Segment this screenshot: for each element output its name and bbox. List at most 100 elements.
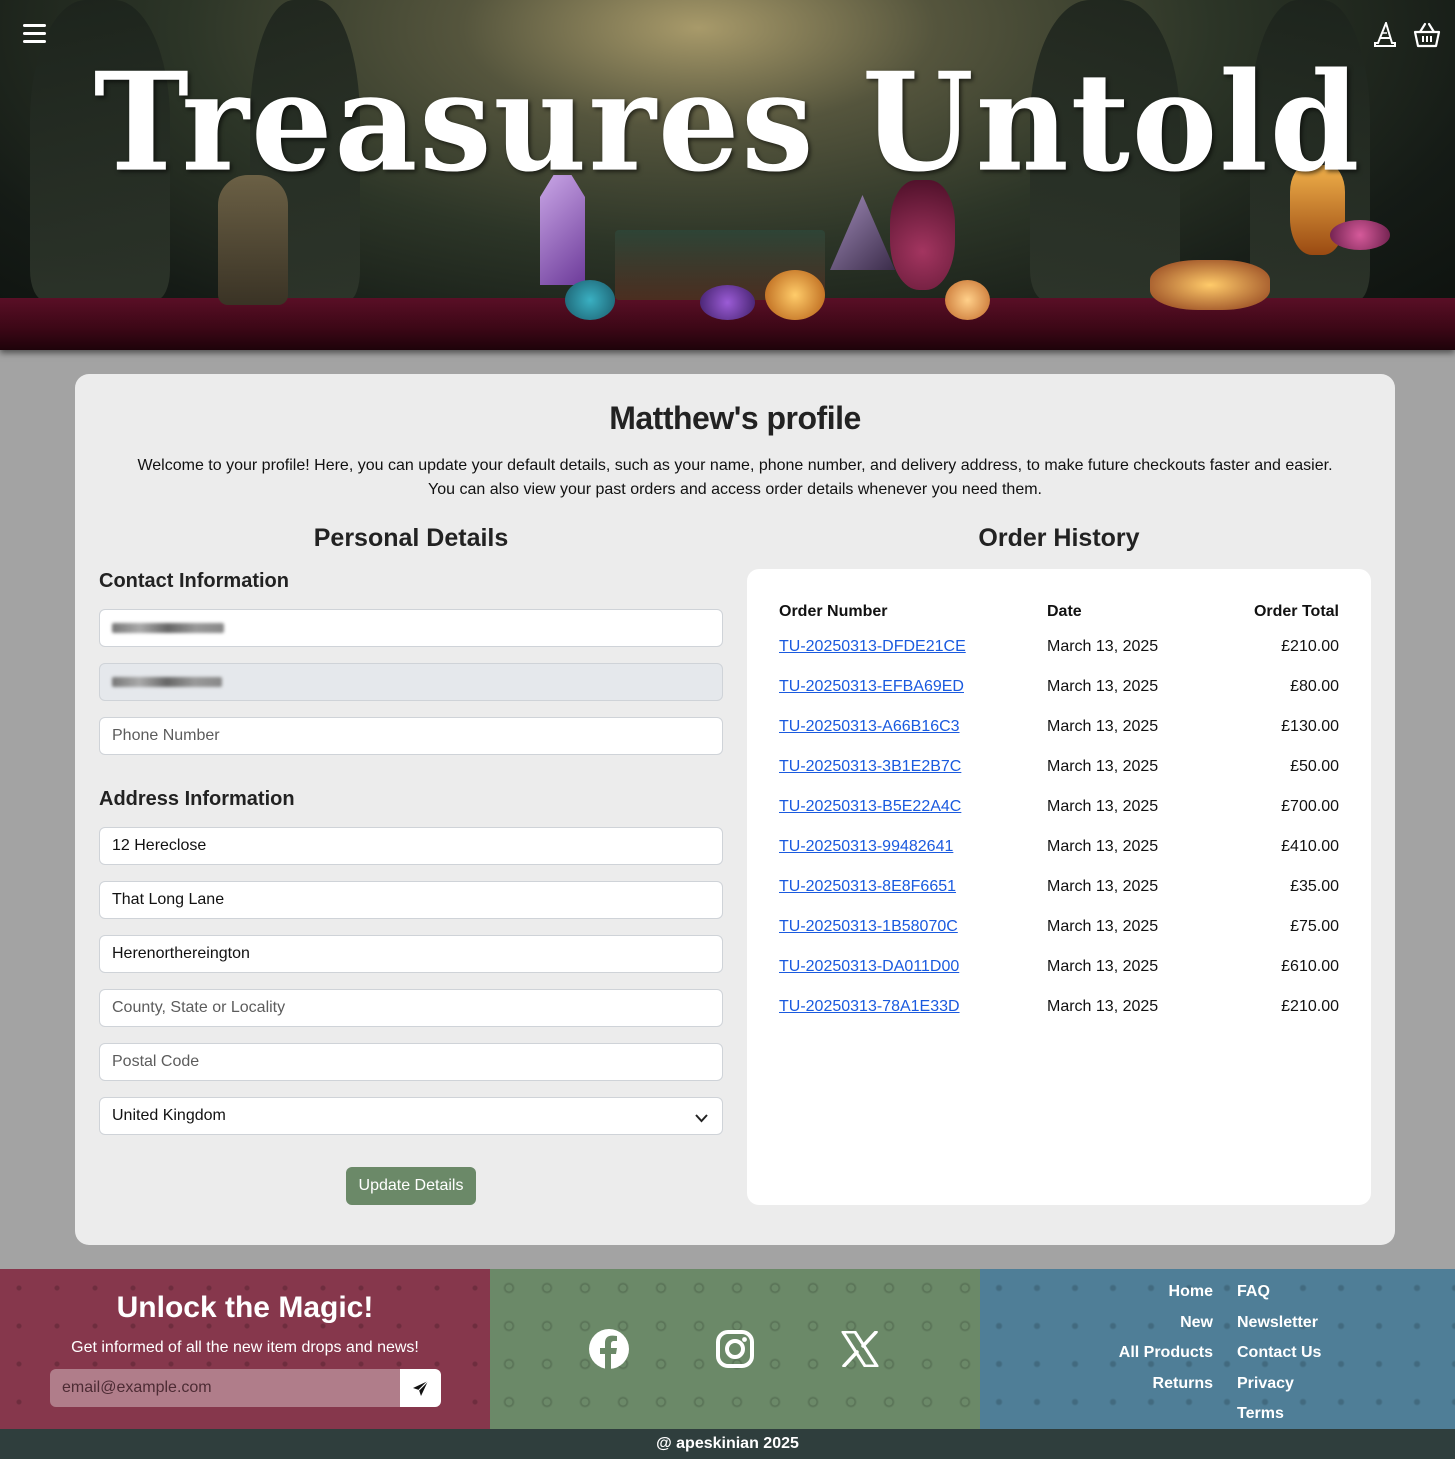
order-number-cell: TU-20250313-DFDE21CE	[779, 627, 1047, 667]
address-line1-field[interactable]: 12 Hereclose	[99, 827, 723, 865]
order-date-cell: March 13, 2025	[1047, 798, 1159, 815]
address-line2-field[interactable]: That Long Lane	[99, 881, 723, 919]
redacted-name	[112, 623, 224, 633]
chevron-down-icon	[695, 1110, 708, 1128]
footer-link-all-products[interactable]: All Products	[1119, 1338, 1213, 1369]
goblets-image	[1150, 260, 1270, 310]
footer-links-left: Home New All Products Returns	[1119, 1277, 1213, 1399]
header-order-number: Order Number	[779, 603, 888, 620]
order-link[interactable]: TU-20250313-99482641	[779, 838, 953, 855]
email-field	[99, 663, 723, 701]
table-row: TU-20250313-DA011D00 March 13, 2025 £610.0…	[779, 947, 1339, 987]
gem-image	[700, 285, 755, 320]
table-row: TU-20250313-EFBA69ED March 13, 2025 £80.00	[779, 667, 1339, 707]
update-details-button[interactable]: Update Details	[346, 1167, 476, 1205]
header-order-total: Order Total	[1253, 603, 1339, 620]
table-row: TU-20250313-8E8F6651 March 13, 2025 £35.00	[779, 867, 1339, 907]
send-icon[interactable]	[400, 1369, 441, 1407]
order-date-cell: March 13, 2025	[1047, 718, 1159, 735]
order-link[interactable]: TU-20250313-78A1E33D	[779, 998, 960, 1015]
order-link[interactable]: TU-20250313-B5E22A4C	[779, 798, 961, 815]
order-number-cell: TU-20250313-8E8F6651	[779, 867, 1047, 907]
order-link[interactable]: TU-20250313-EFBA69ED	[779, 678, 964, 695]
facebook-icon[interactable]	[587, 1327, 631, 1371]
table-header-row: Order Number Date Order Total	[779, 597, 1339, 627]
wizard-hat-icon[interactable]	[1371, 20, 1399, 50]
order-date-cell: March 13, 2025	[1047, 638, 1159, 655]
order-date-cell: March 13, 2025	[1047, 998, 1159, 1015]
order-date-cell: March 13, 2025	[1047, 958, 1159, 975]
order-number-cell: TU-20250313-EFBA69ED	[779, 667, 1047, 707]
table-row: TU-20250313-DFDE21CE March 13, 2025 £210.0…	[779, 627, 1339, 667]
order-total-cell: £410.00	[1281, 838, 1339, 855]
newsletter-subtitle: Get informed of all the new item drops a…	[71, 1339, 419, 1356]
footer-link-terms[interactable]: Terms	[1237, 1399, 1321, 1430]
order-link[interactable]: TU-20250313-DA011D00	[779, 958, 959, 975]
newsletter-email-input[interactable]: email@example.com	[50, 1369, 400, 1407]
order-total-cell: £75.00	[1290, 918, 1339, 935]
town-field[interactable]: Herenorthereington	[99, 935, 723, 973]
order-link[interactable]: TU-20250313-DFDE21CE	[779, 638, 966, 655]
gem-image	[565, 280, 615, 320]
footer-links-right: FAQ Newsletter Contact Us Privacy Terms	[1237, 1277, 1321, 1430]
order-total-cell: £610.00	[1281, 958, 1339, 975]
intro-line: You can also view your past orders and a…	[428, 481, 1042, 498]
order-history-title: Order History	[978, 524, 1140, 552]
country-value: United Kingdom	[112, 1107, 226, 1124]
order-total-cell: £210.00	[1281, 638, 1339, 655]
order-date-cell: March 13, 2025	[1047, 758, 1159, 775]
footer-link-privacy[interactable]: Privacy	[1237, 1369, 1321, 1400]
footer-link-returns[interactable]: Returns	[1119, 1369, 1213, 1400]
copyright-text: @ apeskinian 2025	[0, 1429, 1455, 1459]
candle-image	[945, 280, 990, 320]
x-icon[interactable]	[838, 1327, 882, 1371]
order-number-cell: TU-20250313-3B1E2B7C	[779, 747, 1047, 787]
footer-link-faq[interactable]: FAQ	[1237, 1277, 1321, 1308]
footer-link-newsletter[interactable]: Newsletter	[1237, 1308, 1321, 1339]
order-history-panel: Order Number Date Order Total TU-2025031…	[747, 569, 1371, 1205]
order-total-cell: £130.00	[1281, 718, 1339, 735]
redacted-email	[112, 677, 222, 687]
basket-icon[interactable]	[1413, 20, 1441, 50]
order-link[interactable]: TU-20250313-1B58070C	[779, 918, 958, 935]
order-number-cell: TU-20250313-DA011D00	[779, 947, 1047, 987]
full-name-field[interactable]	[99, 609, 723, 647]
order-table: Order Number Date Order Total TU-2025031…	[779, 597, 1339, 1027]
personal-details-title: Personal Details	[313, 524, 509, 552]
order-total-cell: £35.00	[1290, 878, 1339, 895]
order-date-cell: March 13, 2025	[1047, 838, 1159, 855]
table-row: TU-20250313-3B1E2B7C March 13, 2025 £50.00	[779, 747, 1339, 787]
table-row: TU-20250313-A66B16C3 March 13, 2025 £130.0…	[779, 707, 1339, 747]
header-date: Date	[1047, 603, 1082, 620]
order-total-cell: £210.00	[1281, 998, 1339, 1015]
social-section	[490, 1269, 980, 1429]
order-number-cell: TU-20250313-78A1E33D	[779, 987, 1047, 1027]
address-info-title: Address Information	[99, 788, 295, 810]
order-link[interactable]: TU-20250313-A66B16C3	[779, 718, 960, 735]
order-link[interactable]: TU-20250313-8E8F6651	[779, 878, 956, 895]
footer-link-contact[interactable]: Contact Us	[1237, 1338, 1321, 1369]
country-select[interactable]: United Kingdom	[99, 1097, 723, 1135]
order-total-cell: £50.00	[1290, 758, 1339, 775]
order-date-cell: March 13, 2025	[1047, 678, 1159, 695]
table-row: TU-20250313-B5E22A4C March 13, 2025 £700.0…	[779, 787, 1339, 827]
contact-info-title: Contact Information	[99, 570, 289, 592]
phone-field[interactable]: Phone Number	[99, 717, 723, 755]
postcode-field[interactable]: Postal Code	[99, 1043, 723, 1081]
order-number-cell: TU-20250313-B5E22A4C	[779, 787, 1047, 827]
page-title: Matthew's profile	[609, 400, 861, 436]
footer-link-home[interactable]: Home	[1119, 1277, 1213, 1308]
order-total-cell: £80.00	[1290, 678, 1339, 695]
hero-banner: Treasures Untold	[0, 0, 1455, 350]
intro-text: Welcome to your profile! Here, you can u…	[75, 454, 1395, 502]
footer-link-new[interactable]: New	[1119, 1308, 1213, 1339]
pyramid-image	[830, 195, 895, 270]
table-row: TU-20250313-1B58070C March 13, 2025 £75.00	[779, 907, 1339, 947]
instagram-icon[interactable]	[713, 1327, 757, 1371]
order-date-cell: March 13, 2025	[1047, 878, 1159, 895]
newsletter-section: Unlock the Magic! Get informed of all th…	[0, 1269, 490, 1429]
county-field[interactable]: County, State or Locality	[99, 989, 723, 1027]
order-link[interactable]: TU-20250313-3B1E2B7C	[779, 758, 961, 775]
site-brand[interactable]: Treasures Untold	[0, 44, 1455, 203]
gem-image	[765, 270, 825, 320]
